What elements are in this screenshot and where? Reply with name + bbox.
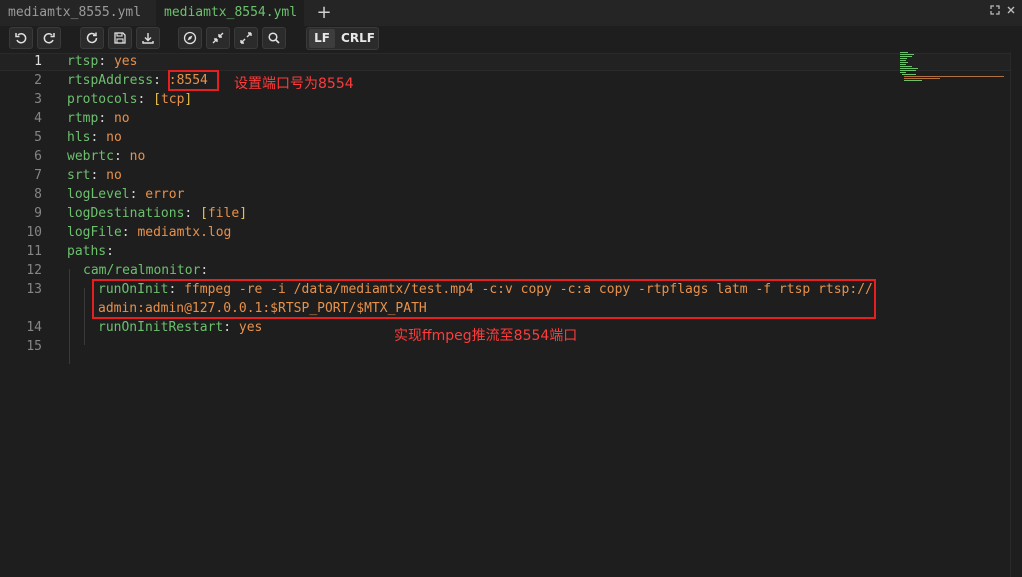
code-line-1: 1 rtsp: yes <box>0 52 1022 71</box>
compass-icon <box>183 31 197 45</box>
vertical-scrollbar[interactable] <box>1010 52 1022 577</box>
search-button[interactable] <box>262 27 286 49</box>
yaml-value: file <box>207 206 240 221</box>
minimap[interactable] <box>898 51 1008 91</box>
yaml-key: hls <box>67 130 91 145</box>
yaml-value: no <box>129 149 146 164</box>
yaml-value: yes <box>113 54 138 69</box>
undo-button[interactable] <box>9 27 33 49</box>
undo-icon <box>15 32 27 44</box>
line-number: 7 <box>34 168 42 183</box>
line-number: 5 <box>34 130 42 145</box>
code-line-10: 10 logFile: mediamtx.log <box>0 223 1022 242</box>
yaml-key: rtmp <box>67 111 99 126</box>
yaml-value: tcp <box>160 92 185 107</box>
code-line-5: 5 hls: no <box>0 128 1022 147</box>
ffmpeg-highlight-box <box>92 279 876 319</box>
code-editor[interactable]: 1 rtsp: yes 2 rtspAddress: :8554 3 proto… <box>0 52 1022 577</box>
line-number: 9 <box>34 206 42 221</box>
yaml-value: no <box>113 111 130 126</box>
code-line-12: 12 cam/realmonitor: <box>0 261 1022 280</box>
code-line-3: 3 protocols: [tcp] <box>0 90 1022 109</box>
tab-bar: mediamtx_8555.yml mediamtx_8554.yml + <box>0 0 1022 27</box>
port-highlight-box <box>168 70 219 91</box>
reload-button[interactable] <box>80 27 104 49</box>
yaml-key: protocols <box>67 92 138 107</box>
eol-lf-button[interactable]: LF <box>309 29 335 48</box>
redo-icon <box>43 32 55 44</box>
tab-mediamtx-8555[interactable]: mediamtx_8555.yml <box>0 0 152 26</box>
download-button[interactable] <box>136 27 160 49</box>
save-button[interactable] <box>108 27 132 49</box>
line-number: 10 <box>26 225 42 240</box>
yaml-value: yes <box>238 320 263 335</box>
eol-crlf-button[interactable]: CRLF <box>339 28 377 49</box>
yaml-key: webrtc <box>67 149 114 164</box>
download-icon <box>142 33 154 44</box>
collapse-button[interactable] <box>206 27 230 49</box>
yaml-key: srt <box>67 168 91 183</box>
line-number: 15 <box>26 339 42 354</box>
yaml-key: paths <box>67 244 107 259</box>
new-tab-plus-icon[interactable]: + <box>314 1 334 25</box>
save-icon <box>114 32 126 44</box>
close-icon[interactable] <box>1004 5 1018 19</box>
yaml-value: mediamtx.log <box>137 225 232 240</box>
yaml-key: logDestinations <box>67 206 185 221</box>
navigate-button[interactable] <box>178 27 202 49</box>
reload-icon <box>86 32 98 44</box>
toolbar: LF CRLF <box>0 26 1022 52</box>
expand-button[interactable] <box>234 27 258 49</box>
redo-button[interactable] <box>37 27 61 49</box>
code-line-7: 7 srt: no <box>0 166 1022 185</box>
expand-icon <box>240 32 252 44</box>
code-line-9: 9 logDestinations: [file] <box>0 204 1022 223</box>
yaml-value: no <box>106 130 122 145</box>
fullscreen-icon[interactable] <box>988 5 1002 19</box>
line-number: 1 <box>34 54 42 69</box>
tab-mediamtx-8554[interactable]: mediamtx_8554.yml <box>156 0 304 26</box>
port-annotation: 设置端口号为8554 <box>234 76 354 92</box>
line-number: 8 <box>34 187 42 202</box>
line-number: 6 <box>34 149 42 164</box>
yaml-key: rtspAddress <box>67 73 154 88</box>
line-number: 4 <box>34 111 42 126</box>
code-line-8: 8 logLevel: error <box>0 185 1022 204</box>
yaml-key: logLevel <box>67 187 130 202</box>
code-line-4: 4 rtmp: no <box>0 109 1022 128</box>
collapse-icon <box>212 32 224 44</box>
ffmpeg-annotation: 实现ffmpeg推流至8554端口 <box>394 328 578 344</box>
code-line-2: 2 rtspAddress: :8554 <box>0 71 1022 90</box>
yaml-key: cam/realmonitor <box>83 263 201 278</box>
line-number: 12 <box>26 263 42 278</box>
code-line-11: 11 paths: <box>0 242 1022 261</box>
line-number: 13 <box>26 282 42 297</box>
line-number: 2 <box>34 73 42 88</box>
line-ending-selector: LF CRLF <box>306 27 379 50</box>
code-line-6: 6 webrtc: no <box>0 147 1022 166</box>
yaml-value: no <box>106 168 122 183</box>
line-number: 11 <box>26 244 42 259</box>
yaml-key: rtsp <box>67 54 99 69</box>
yaml-key: runOnInitRestart <box>98 320 224 335</box>
line-number: 3 <box>34 92 42 107</box>
yaml-key: logFile <box>67 225 122 240</box>
search-icon <box>268 32 280 44</box>
yaml-value: error <box>145 187 185 202</box>
line-number: 14 <box>26 320 42 335</box>
